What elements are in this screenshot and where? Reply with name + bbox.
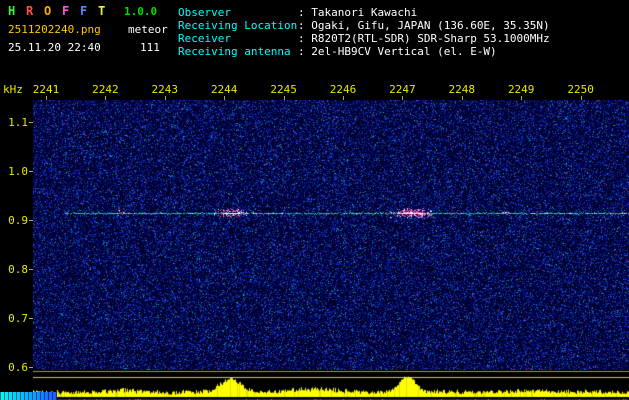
y-axis-frequency-label: 0.6 (4, 361, 28, 374)
y-axis-frequency-label: 0.9 (4, 214, 28, 227)
station-info-value: R820T2(RTL-SDR) SDR-Sharp 53.1000MHz (311, 32, 549, 45)
spectrogram-noise-field (33, 100, 629, 370)
x-axis-time-label: 2250 (567, 83, 594, 96)
y-axis-frequency-label: 0.7 (4, 312, 28, 325)
station-info-block: Observer: Takanori Kawachi Receiving Loca… (178, 6, 550, 58)
app-logo: H R O F F T 1.0.0 (8, 4, 157, 18)
logo-letter: H (8, 4, 26, 18)
signal-level-meter (33, 370, 629, 400)
logo-letter: F (62, 4, 80, 18)
mode-label: meteor (128, 23, 168, 36)
x-axis-time-label: 2244 (211, 83, 238, 96)
station-info-value: Takanori Kawachi (311, 6, 417, 19)
station-info-label: Receiving antenna (178, 45, 298, 58)
y-axis-frequency-label: 0.8 (4, 263, 28, 276)
x-axis-time-label: 2242 (92, 83, 119, 96)
logo-letter: F (80, 4, 98, 18)
x-axis-time-label: 2245 (270, 83, 297, 96)
x-axis-time-label: 2243 (152, 83, 179, 96)
logo-letter: O (44, 4, 62, 18)
station-info-label: Receiving Location (178, 19, 298, 32)
echo-count: 111 (140, 41, 160, 54)
station-info-label: Observer (178, 6, 298, 19)
y-axis-frequency-label: 1.0 (4, 165, 28, 178)
x-axis-time-label: 2248 (449, 83, 476, 96)
station-info-separator: : (298, 45, 311, 58)
station-info-separator: : (298, 6, 311, 19)
app-version: 1.0.0 (124, 5, 157, 18)
timestamp-label: 25.11.20 22:40 (8, 41, 101, 54)
station-info-label: Receiver (178, 32, 298, 45)
station-info-value: 2el-HB9CV Vertical (el. E-W) (311, 45, 496, 58)
logo-letter: T (98, 4, 116, 18)
x-axis-time-label: 2249 (508, 83, 535, 96)
station-info-value: Ogaki, Gifu, JAPAN (136.60E, 35.35N) (311, 19, 549, 32)
app-title: HROFFT (8, 4, 116, 18)
station-info-row: Receiving Location: Ogaki, Gifu, JAPAN (… (178, 19, 550, 32)
logo-letter: R (26, 4, 44, 18)
x-axis-time-label: 2247 (389, 83, 416, 96)
x-axis-time-label: 2241 (33, 83, 60, 96)
corner-scale-strip (0, 392, 57, 400)
station-info-separator: : (298, 32, 311, 45)
y-axis-unit-label: kHz (3, 83, 23, 96)
station-info-row: Receiver: R820T2(RTL-SDR) SDR-Sharp 53.1… (178, 32, 550, 45)
x-axis-time-label: 2246 (330, 83, 357, 96)
station-info-separator: : (298, 19, 311, 32)
hrofft-screen: H R O F F T 1.0.0 2511202240.png meteor 25.11.… (0, 0, 629, 400)
station-info-row: Observer: Takanori Kawachi (178, 6, 550, 19)
y-axis-frequency-label: 1.1 (4, 116, 28, 129)
station-info-row: Receiving antenna: 2el-HB9CV Vertical (e… (178, 45, 550, 58)
output-filename: 2511202240.png (8, 23, 101, 36)
